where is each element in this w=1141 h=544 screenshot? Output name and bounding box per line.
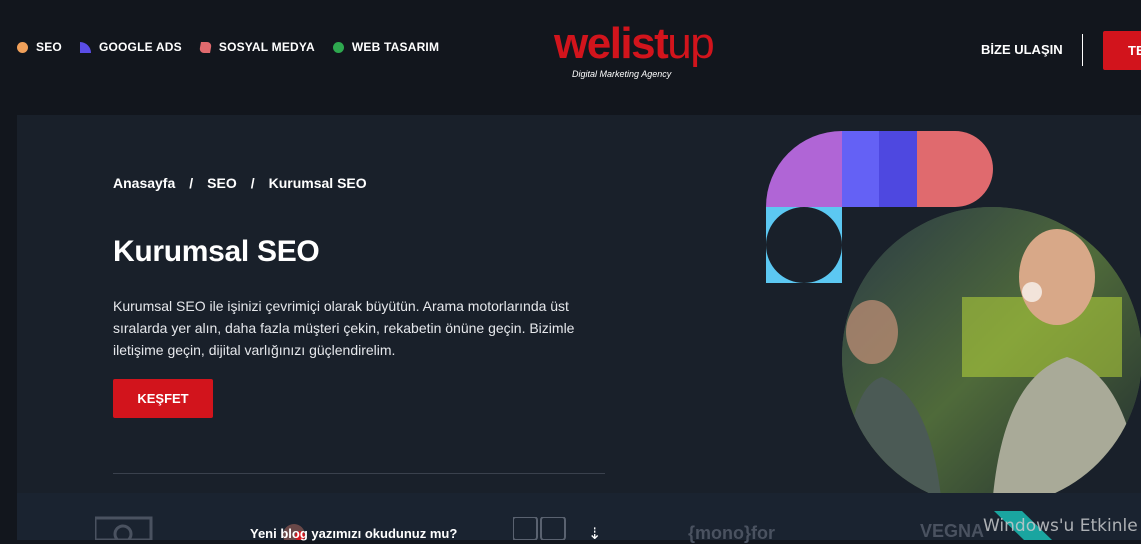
nav-item-sosyal-medya[interactable]: SOSYAL MEDYA bbox=[198, 40, 315, 54]
nav-item-label: GOOGLE ADS bbox=[98, 40, 182, 54]
indigo-dark-block-shape bbox=[879, 131, 917, 207]
header-cta-button[interactable]: TE bbox=[1103, 31, 1141, 70]
partner-logo-vegna: VEGNA bbox=[920, 521, 985, 541]
circle-dot-icon bbox=[17, 41, 28, 53]
page-description: Kurumsal SEO ile işinizi çevrimiçi olara… bbox=[113, 298, 575, 358]
photo-illustration bbox=[842, 207, 1141, 507]
nav-item-google-ads[interactable]: GOOGLE ADS bbox=[79, 40, 182, 54]
leaf-dot-icon bbox=[198, 41, 212, 53]
breadcrumb-separator: / bbox=[250, 175, 255, 191]
hero-divider bbox=[113, 473, 605, 474]
coral-pill-shape bbox=[917, 131, 993, 207]
nav-item-label: SEO bbox=[36, 40, 62, 54]
sky-right-shape bbox=[804, 207, 842, 283]
top-nav: SEO GOOGLE ADS SOSYAL MEDYA WEB TASARIM bbox=[17, 40, 439, 54]
partner-logo-mark bbox=[95, 516, 153, 540]
breadcrumb-item-home[interactable]: Anasayfa bbox=[113, 175, 175, 191]
purple-quarter-shape bbox=[766, 131, 842, 207]
nav-item-label: SOSYAL MEDYA bbox=[218, 40, 315, 54]
partner-logo-mono: {mono}for bbox=[688, 523, 775, 543]
nav-item-label: WEB TASARIM bbox=[351, 40, 440, 54]
logo-word-main: welist bbox=[554, 19, 669, 68]
page-title: Kurumsal SEO bbox=[113, 235, 320, 268]
windows-activation-watermark: Windows'u Etkinle bbox=[983, 516, 1138, 536]
sky-left-shape bbox=[766, 207, 804, 283]
header-divider bbox=[1082, 34, 1083, 66]
explore-button[interactable]: KEŞFET bbox=[113, 379, 213, 418]
quarter-dot-icon bbox=[79, 41, 91, 53]
breadcrumb-item-current: Kurumsal SEO bbox=[268, 175, 367, 191]
logo-wordmark: welistup bbox=[554, 22, 744, 66]
breadcrumb: Anasayfa / SEO / Kurumsal SEO bbox=[113, 175, 367, 191]
chevron-down-icon[interactable]: ⇣ bbox=[588, 524, 601, 544]
circle-dot-icon bbox=[332, 41, 344, 53]
blog-teaser-text[interactable]: Yeni blog yazımızı okudunuz mu? bbox=[250, 526, 457, 541]
hero-photo bbox=[842, 207, 1141, 507]
site-header: SEO GOOGLE ADS SOSYAL MEDYA WEB TASARIM … bbox=[0, 0, 1141, 100]
indigo-block-shape bbox=[842, 131, 879, 207]
nav-item-seo[interactable]: SEO bbox=[17, 40, 62, 54]
contact-link[interactable]: BİZE ULAŞIN bbox=[981, 42, 1063, 57]
breadcrumb-separator: / bbox=[189, 175, 194, 191]
site-logo[interactable]: welistup Digital Marketing Agency bbox=[554, 22, 744, 82]
logo-tagline: Digital Marketing Agency bbox=[572, 69, 672, 79]
logo-word-up: up bbox=[667, 19, 714, 68]
breadcrumb-item-seo[interactable]: SEO bbox=[207, 175, 237, 191]
partner-logo-kutu bbox=[513, 517, 566, 540]
nav-item-web-tasarim[interactable]: WEB TASARIM bbox=[332, 40, 440, 54]
